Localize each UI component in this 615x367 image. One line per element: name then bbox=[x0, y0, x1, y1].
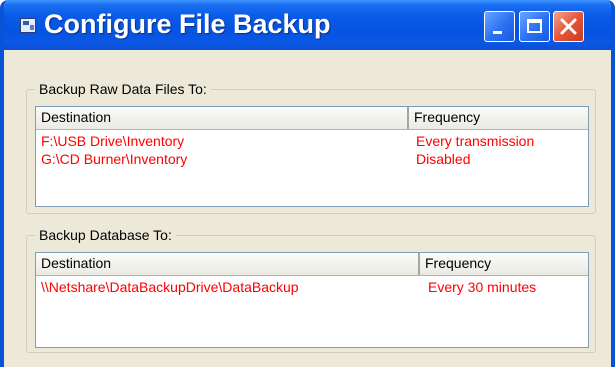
database-group-label: Backup Database To: bbox=[35, 227, 176, 243]
minimize-button[interactable] bbox=[484, 11, 515, 42]
column-header-destination[interactable]: Destination bbox=[36, 107, 409, 129]
destination-cell: \\Netshare\DataBackupDrive\DataBackup bbox=[41, 279, 299, 295]
database-list-header: Destination Frequency bbox=[36, 253, 588, 276]
destination-cell: G:\CD Burner\Inventory bbox=[41, 151, 188, 167]
column-header-destination[interactable]: Destination bbox=[36, 253, 420, 275]
column-header-frequency[interactable]: Frequency bbox=[420, 253, 590, 275]
frequency-cell: Every transmission bbox=[416, 133, 535, 149]
frequency-cell: Every 30 minutes bbox=[428, 279, 537, 295]
column-header-frequency[interactable]: Frequency bbox=[409, 107, 590, 129]
raw-files-group: Backup Raw Data Files To: Destination Fr… bbox=[26, 81, 596, 214]
maximize-button[interactable] bbox=[519, 11, 550, 42]
close-icon bbox=[560, 18, 577, 35]
title-bar[interactable]: Configure File Backup bbox=[4, 0, 611, 50]
database-list[interactable]: Destination Frequency \\Netshare\DataBac… bbox=[35, 252, 589, 348]
list-item[interactable]: \\Netshare\DataBackupDrive\DataBackup Ev… bbox=[36, 278, 588, 296]
list-item[interactable]: G:\CD Burner\Inventory Disabled bbox=[36, 150, 588, 168]
raw-files-group-label: Backup Raw Data Files To: bbox=[35, 81, 211, 97]
window-title: Configure File Backup bbox=[44, 9, 331, 39]
frequency-cell: Disabled bbox=[416, 151, 471, 167]
configure-file-backup-window: Configure File Backup Backup Raw Data Fi… bbox=[0, 0, 615, 367]
raw-files-list-header: Destination Frequency bbox=[36, 107, 588, 130]
close-button[interactable] bbox=[553, 11, 584, 42]
destination-cell: F:\USB Drive\Inventory bbox=[41, 133, 185, 149]
database-group: Backup Database To: Destination Frequenc… bbox=[26, 227, 596, 353]
app-window-icon[interactable] bbox=[20, 18, 36, 33]
list-item[interactable]: F:\USB Drive\Inventory Every transmissio… bbox=[36, 132, 588, 150]
raw-files-list[interactable]: Destination Frequency F:\USB Drive\Inven… bbox=[35, 106, 589, 207]
